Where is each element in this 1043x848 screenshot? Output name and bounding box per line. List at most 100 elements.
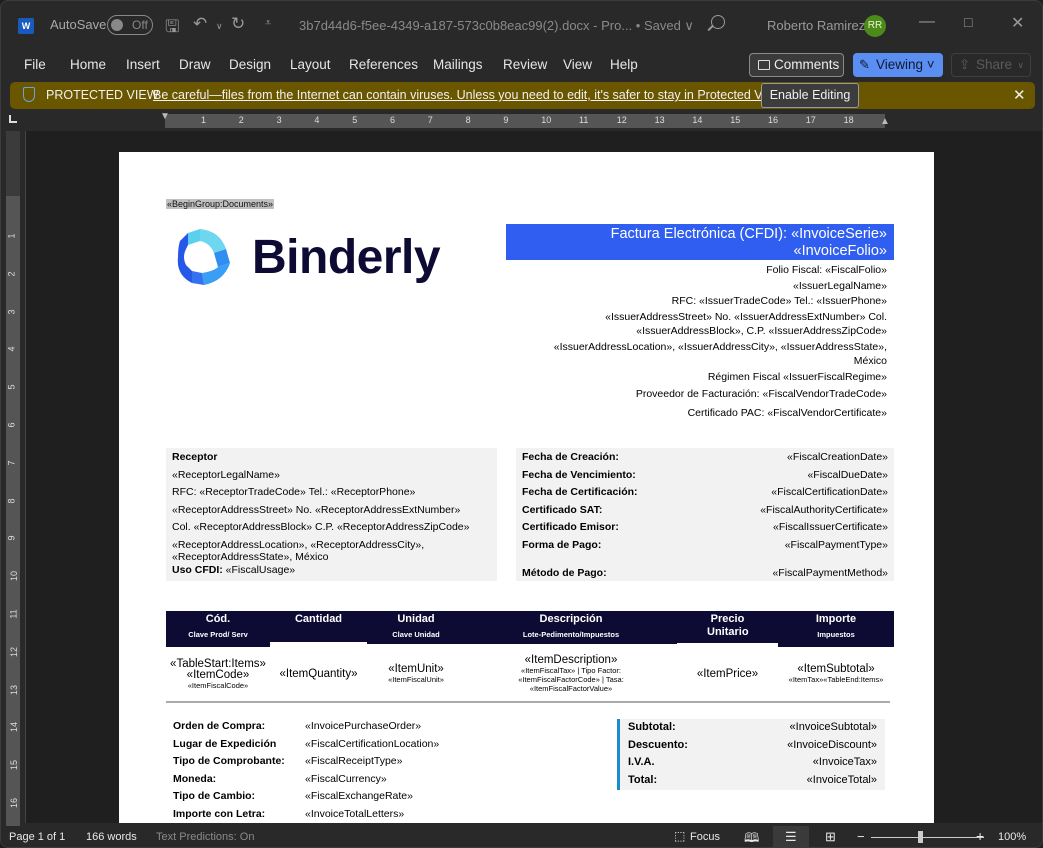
- read-mode-icon[interactable]: 🕮: [744, 829, 759, 847]
- brand-name: Binderly: [252, 231, 441, 284]
- totals-value: «InvoiceSubtotal»: [789, 721, 877, 733]
- totals-box: Subtotal: «InvoiceSubtotal» Descuento: «In…: [617, 719, 885, 790]
- tab-mailings[interactable]: Mailings: [433, 57, 483, 72]
- header-title: Precio Unitario: [707, 613, 749, 638]
- redo-icon[interactable]: ↻: [231, 14, 245, 34]
- issuer-line: Régimen Fiscal «IssuerFiscalRegime»: [707, 370, 887, 383]
- print-layout-icon[interactable]: ☰: [785, 829, 797, 845]
- fiscal-value: «FiscalPaymentType»: [784, 538, 888, 551]
- extra-row: Moneda: «FiscalCurrency»: [173, 773, 439, 791]
- zoom-slider-track[interactable]: [871, 837, 984, 838]
- fiscal-label: Fecha de Certificación:: [522, 486, 638, 499]
- receptor-line: Col. «ReceptorAddressBlock» C.P. «Recept…: [172, 521, 470, 534]
- maximize-icon[interactable]: □: [964, 14, 972, 30]
- protected-view-message-link[interactable]: Be careful—files from the Internet can c…: [153, 88, 784, 102]
- header-cell: Cantidad: [270, 611, 367, 642]
- focus-button[interactable]: Focus: [690, 831, 720, 843]
- ruler-number: 6: [390, 115, 396, 125]
- ruler-number: 10: [9, 571, 20, 582]
- tab-insert[interactable]: Insert: [126, 57, 160, 72]
- extra-value: «FiscalReceiptType»: [305, 755, 403, 768]
- viewing-label: Viewing ˅: [876, 57, 935, 72]
- customize-toolbar-icon[interactable]: ⩡: [265, 17, 271, 30]
- vertical-ruler[interactable]: 1 2 3 4 5 6 7 8 9 10 11 12 13 14 15 16: [6, 131, 20, 826]
- ruler-number: 16: [768, 115, 779, 125]
- invoice-title-line2: «InvoiceFolio»: [793, 243, 888, 259]
- ruler-number: 13: [654, 115, 665, 125]
- items-table: Cód. Clave Prod/ Serv Cantidad Unidad Clav…: [166, 611, 894, 701]
- save-icon[interactable]: 🖫: [165, 14, 179, 43]
- header-sub: Clave Unidad: [392, 630, 440, 639]
- item-quantity: «ItemQuantity»: [279, 667, 358, 680]
- tab-design[interactable]: Design: [229, 57, 271, 72]
- issuer-line: RFC: «IssuerTradeCode» Tel.: «IssuerPhon…: [671, 295, 887, 307]
- web-layout-icon[interactable]: ⊞: [825, 829, 836, 845]
- zoom-out-button[interactable]: −: [857, 829, 865, 844]
- header-cell: Importe Impuestos: [778, 611, 894, 647]
- avatar[interactable]: RR: [864, 15, 886, 37]
- tab-selector-icon[interactable]: [9, 115, 17, 123]
- header-sub: Impuestos: [817, 630, 855, 639]
- ruler-number: 12: [9, 646, 20, 657]
- ruler-number: 8: [465, 115, 471, 125]
- document-page[interactable]: «BeginGroup:Documents» Binderly Factura …: [119, 152, 934, 823]
- fiscal-box: Fecha de Creación: «FiscalCreationDate» F…: [516, 448, 894, 581]
- comments-button[interactable]: Comments: [749, 53, 844, 77]
- tab-references[interactable]: References: [349, 57, 418, 72]
- fiscal-row: Certificado Emisor: «FiscalIssuerCertific…: [522, 521, 888, 539]
- tab-file[interactable]: File: [24, 57, 46, 72]
- comments-label: Comments: [774, 57, 840, 72]
- items-table-header: Cód. Clave Prod/ Serv Cantidad Unidad Clav…: [166, 611, 894, 647]
- autosave-toggle[interactable]: Off: [107, 15, 153, 35]
- fiscal-value: «FiscalIssuerCertificate»: [773, 521, 888, 534]
- ruler-number: 8: [6, 498, 17, 504]
- tab-view[interactable]: View: [563, 57, 592, 72]
- minimize-icon[interactable]: —: [919, 13, 935, 31]
- zoom-level[interactable]: 100%: [998, 831, 1026, 843]
- page-count[interactable]: Page 1 of 1: [9, 831, 65, 843]
- extra-row: Tipo de Cambio: «FiscalExchangeRate»: [173, 790, 439, 808]
- first-line-indent-marker[interactable]: ▼: [160, 111, 170, 122]
- document-title[interactable]: 3b7d44d6-f5ee-4349-a187-573c0b8eac99(2).…: [299, 18, 694, 34]
- receptor-line: «ReceptorLegalName»: [172, 468, 280, 481]
- ruler-number: 2: [238, 115, 244, 125]
- merge-field-begin-group: «BeginGroup:Documents»: [166, 199, 275, 209]
- item-price: «ItemPrice»: [696, 667, 759, 680]
- share-dropdown-icon: ∨: [1017, 60, 1024, 70]
- undo-icon[interactable]: ↶: [193, 14, 207, 34]
- extra-label: Moneda:: [173, 772, 217, 785]
- issuer-line: Proveedor de Facturación: «FiscalVendorT…: [635, 388, 887, 400]
- word-count[interactable]: 166 words: [86, 831, 137, 843]
- tab-help[interactable]: Help: [610, 57, 638, 72]
- ruler-number: 7: [6, 460, 17, 466]
- header-title: Unidad: [397, 613, 435, 625]
- receptor-line: «ReceptorAddressStreet» No. «ReceptorAdd…: [172, 503, 461, 516]
- receptor-heading: Receptor: [172, 451, 218, 463]
- document-canvas[interactable]: «BeginGroup:Documents» Binderly Factura …: [26, 131, 1042, 823]
- user-name[interactable]: Roberto Ramirez: [767, 18, 865, 33]
- ruler-number: 11: [579, 115, 589, 125]
- zoom-in-button[interactable]: +: [976, 828, 984, 844]
- text-predictions-status[interactable]: Text Predictions: On: [156, 831, 254, 843]
- close-bar-icon[interactable]: ✕: [1013, 86, 1026, 104]
- fiscal-label: Fecha de Vencimiento:: [522, 468, 636, 481]
- enable-editing-button[interactable]: Enable Editing: [761, 83, 859, 108]
- item-fiscal-code: «ItemFiscalCode»: [187, 680, 249, 690]
- viewing-mode-button[interactable]: ✎ Viewing ˅: [853, 53, 943, 77]
- search-icon[interactable]: [711, 15, 725, 29]
- tab-home[interactable]: Home: [70, 57, 106, 72]
- totals-label: I.V.A.: [628, 756, 655, 768]
- focus-icon[interactable]: ⬚: [674, 829, 685, 843]
- right-indent-marker[interactable]: ▲: [880, 116, 890, 127]
- share-button[interactable]: ⇪ Share ∨: [951, 53, 1031, 77]
- tab-layout[interactable]: Layout: [290, 57, 331, 72]
- tab-review[interactable]: Review: [503, 57, 547, 72]
- close-icon[interactable]: ✕: [1011, 13, 1024, 33]
- receptor-usage: Uso CFDI: «FiscalUsage»: [172, 564, 491, 582]
- share-label: Share: [976, 57, 1013, 72]
- horizontal-ruler[interactable]: 1 2 3 4 5 6 7 8 9 10 11 12 13 14 15 16 17 18 ▼ ▲: [111, 111, 941, 128]
- extra-value: «FiscalCurrency»: [305, 772, 387, 785]
- zoom-slider-thumb[interactable]: [918, 831, 923, 843]
- undo-dropdown-icon[interactable]: ∨: [216, 21, 223, 32]
- tab-draw[interactable]: Draw: [179, 57, 211, 72]
